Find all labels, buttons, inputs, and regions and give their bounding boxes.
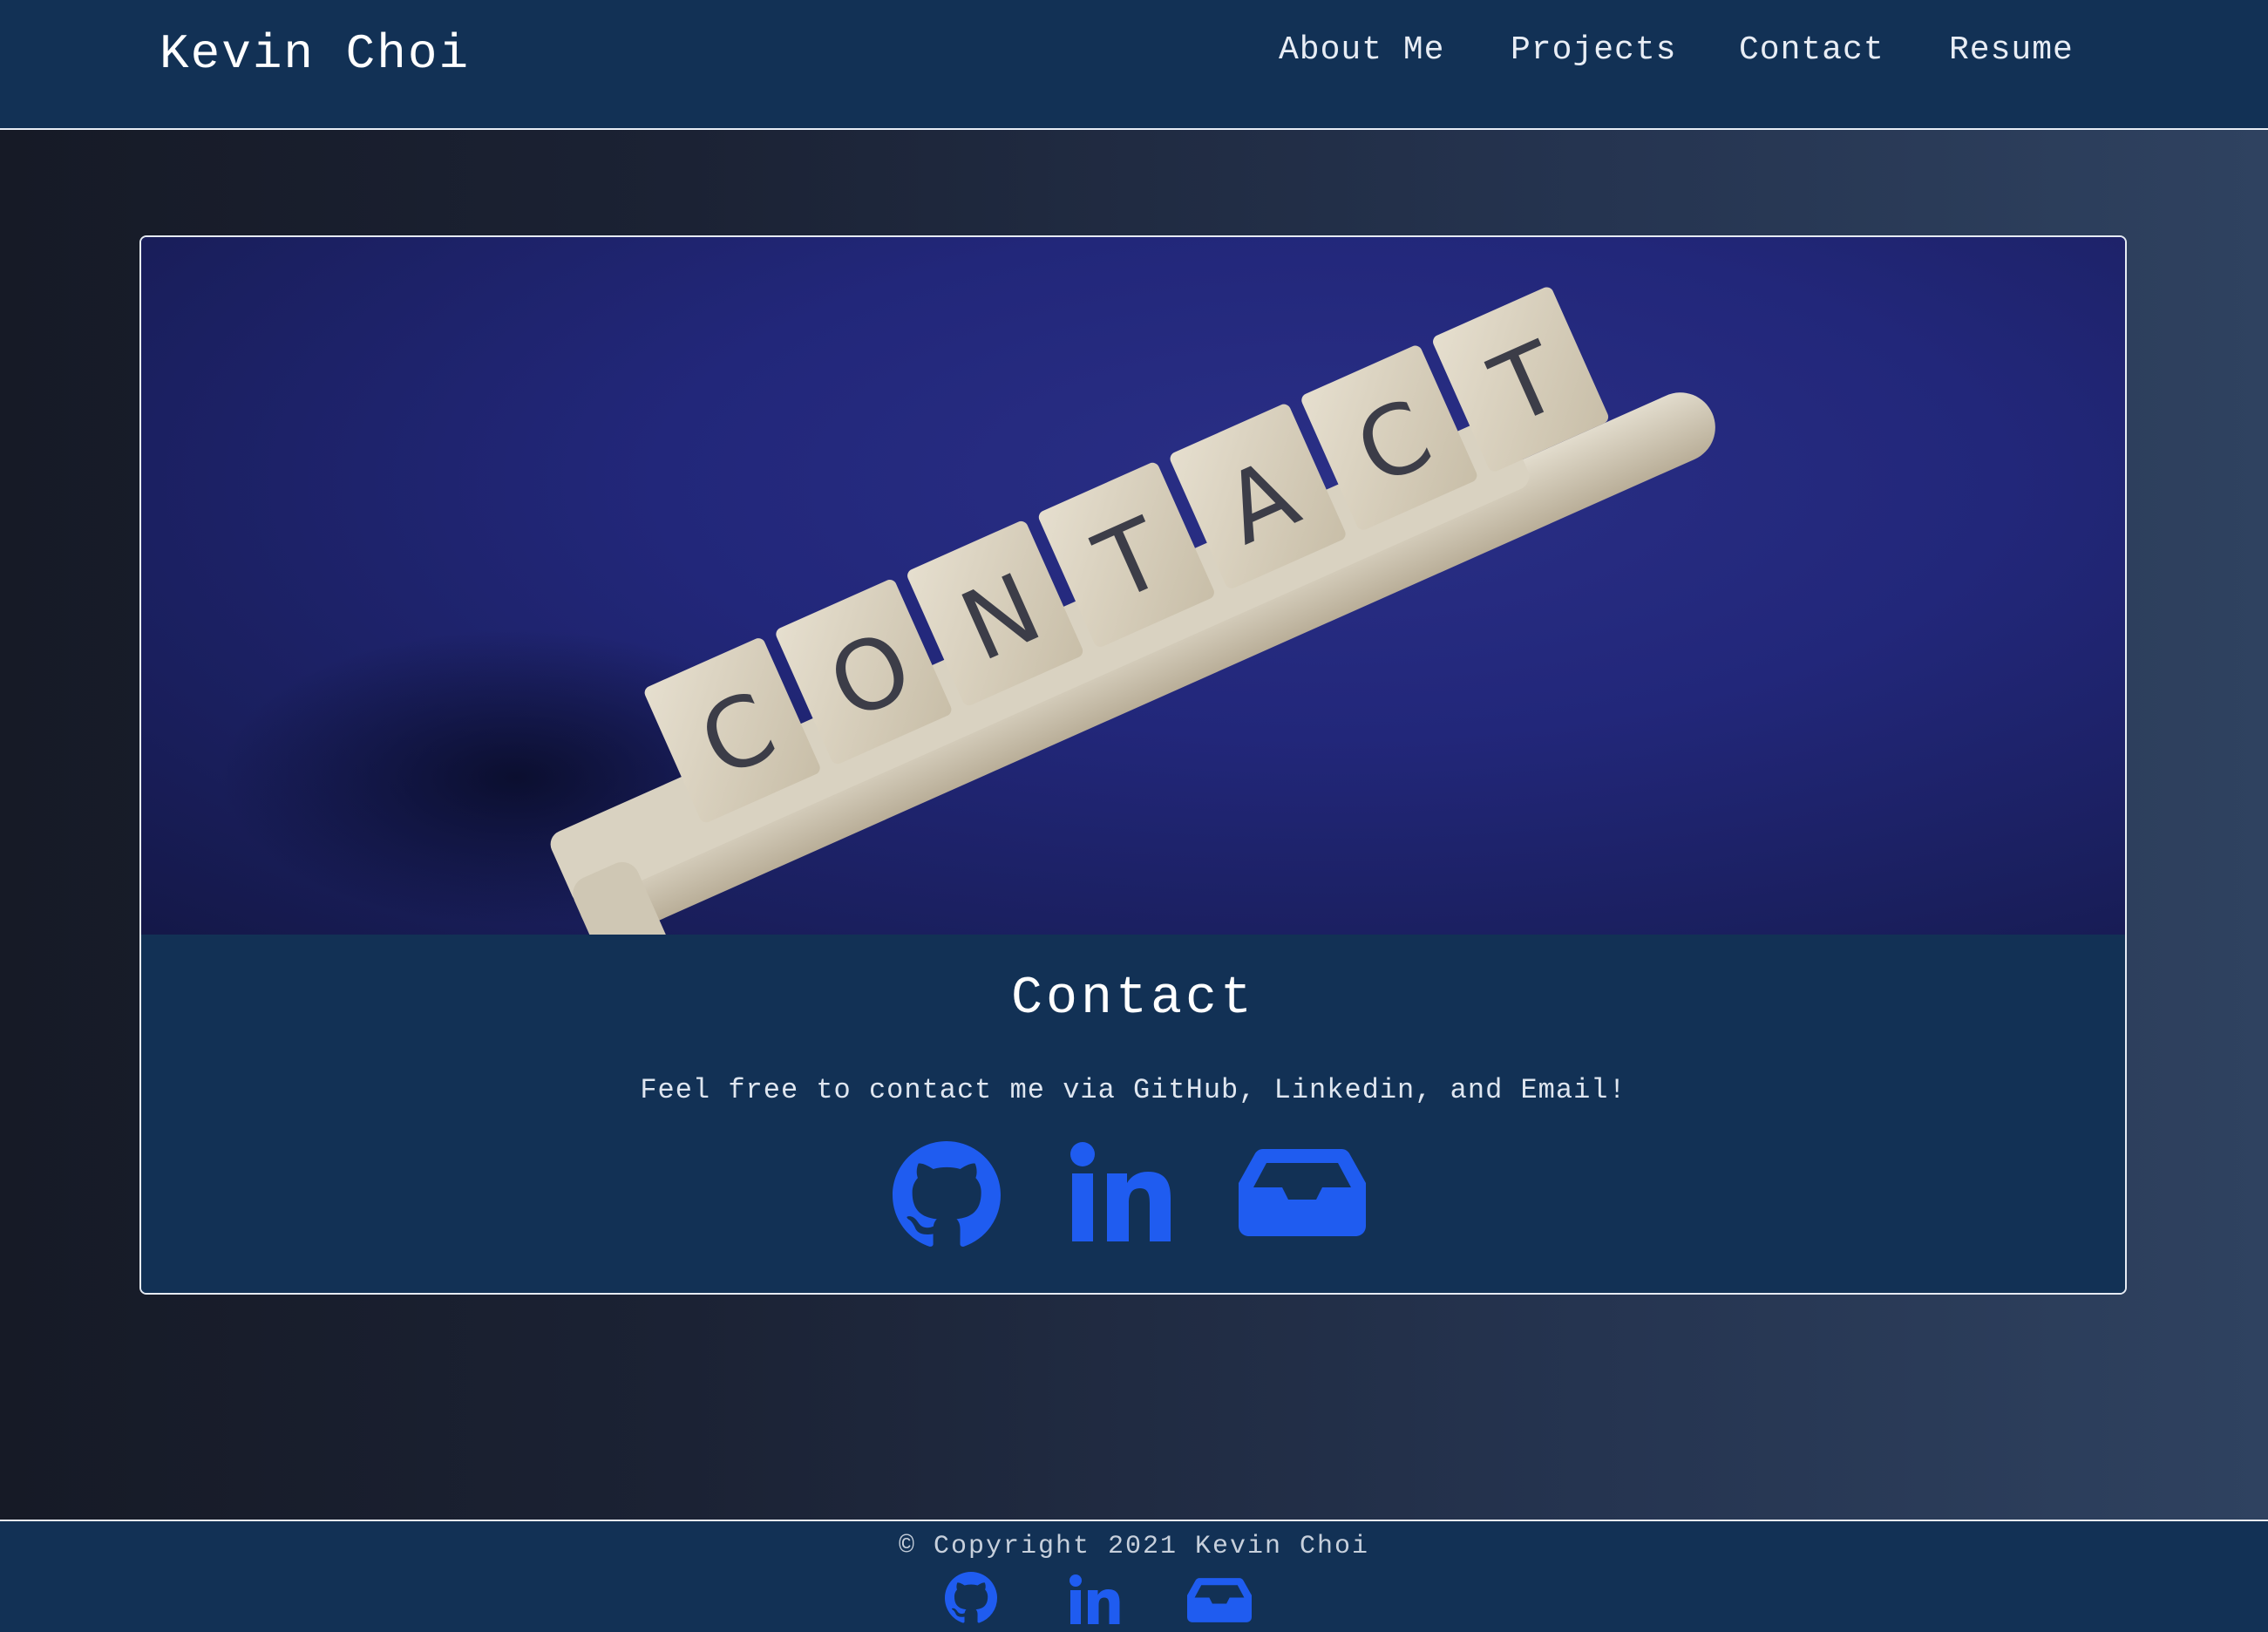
card-title: Contact xyxy=(1010,969,1256,1029)
linkedin-icon xyxy=(1069,1574,1120,1624)
navbar: Kevin Choi About Me Projects Contact Res… xyxy=(0,0,2268,130)
inbox-icon xyxy=(1239,1149,1366,1236)
nav-link-about-me[interactable]: About Me xyxy=(1279,31,1444,69)
brand-link[interactable]: Kevin Choi xyxy=(160,26,470,82)
github-icon xyxy=(945,1572,997,1623)
nav-link-contact[interactable]: Contact xyxy=(1739,31,1884,69)
nav-link-projects[interactable]: Projects xyxy=(1511,31,1676,69)
footer: © Copyright 2021 Kevin Choi xyxy=(0,1520,2268,1632)
footer-copyright: © Copyright 2021 Kevin Choi xyxy=(898,1532,1370,1561)
footer-email-link[interactable] xyxy=(1187,1578,1252,1627)
contact-card: C O N T A C T Contact Feel free to conta… xyxy=(139,235,2127,1295)
linkedin-link[interactable] xyxy=(1069,1142,1173,1248)
inbox-icon xyxy=(1187,1578,1252,1622)
contact-hero-image: C O N T A C T xyxy=(141,237,2125,935)
github-link[interactable] xyxy=(892,1141,1002,1254)
scrabble-tiles-illustration: C O N T A C T xyxy=(220,287,1715,935)
footer-linkedin-link[interactable] xyxy=(1069,1574,1121,1629)
footer-github-link[interactable] xyxy=(944,1572,998,1629)
card-text: Feel free to contact me via GitHub, Link… xyxy=(640,1074,1626,1106)
nav-link-resume[interactable]: Resume xyxy=(1949,31,2074,69)
linkedin-icon xyxy=(1070,1142,1171,1241)
email-link[interactable] xyxy=(1239,1149,1366,1241)
github-icon xyxy=(893,1141,1001,1247)
